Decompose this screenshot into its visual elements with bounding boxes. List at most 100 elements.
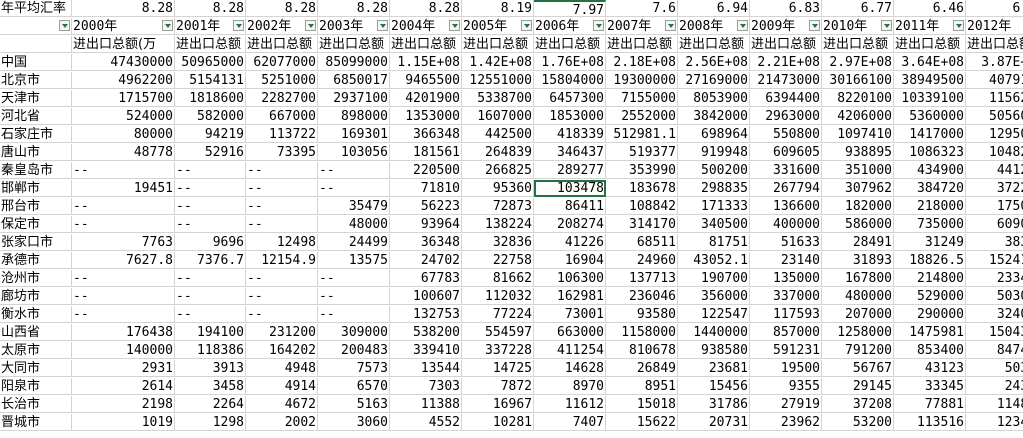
data-cell[interactable]: 356000 bbox=[678, 288, 750, 305]
data-cell[interactable]: 591231 bbox=[750, 342, 822, 359]
data-cell[interactable]: 19300000 bbox=[606, 72, 678, 89]
data-cell[interactable]: 190700 bbox=[678, 270, 750, 287]
data-cell[interactable]: 12551000 bbox=[462, 72, 534, 89]
data-cell[interactable]: 17500 bbox=[966, 198, 1023, 215]
data-cell[interactable]: 4914 bbox=[246, 378, 318, 395]
data-cell[interactable]: -- bbox=[72, 288, 175, 305]
data-cell[interactable]: 8951 bbox=[606, 378, 678, 395]
data-cell[interactable]: 4672 bbox=[246, 396, 318, 413]
rate-cell[interactable]: 8.28 bbox=[318, 0, 390, 17]
data-cell[interactable]: 4948 bbox=[246, 360, 318, 377]
data-cell[interactable]: 16967 bbox=[462, 396, 534, 413]
data-cell[interactable]: 582000 bbox=[175, 108, 246, 125]
data-cell[interactable]: 1475981 bbox=[894, 324, 966, 341]
data-cell[interactable]: 129500 bbox=[966, 126, 1023, 143]
data-cell[interactable]: 103056 bbox=[318, 144, 390, 161]
data-cell[interactable]: 56223 bbox=[390, 198, 462, 215]
data-cell[interactable]: 538200 bbox=[390, 324, 462, 341]
data-cell[interactable]: 12498 bbox=[246, 234, 318, 251]
region-cell[interactable]: 北京市 bbox=[0, 72, 72, 89]
data-cell[interactable]: 93964 bbox=[390, 216, 462, 233]
data-cell[interactable]: 112032 bbox=[462, 288, 534, 305]
data-cell[interactable]: 384720 bbox=[894, 180, 966, 197]
region-cell[interactable]: 秦皇岛市 bbox=[0, 162, 72, 179]
data-cell[interactable]: 62077000 bbox=[246, 54, 318, 71]
data-cell[interactable]: 3913 bbox=[175, 360, 246, 377]
year-header-cell[interactable]: 2007年 bbox=[606, 18, 678, 35]
data-cell[interactable]: 30166100 bbox=[822, 72, 894, 89]
data-cell[interactable]: 7763 bbox=[72, 234, 175, 251]
data-cell[interactable]: 138224 bbox=[462, 216, 534, 233]
data-cell[interactable]: 2.56E+08 bbox=[678, 54, 750, 71]
data-cell[interactable]: 67783 bbox=[390, 270, 462, 287]
data-cell[interactable]: -- bbox=[175, 198, 246, 215]
data-cell[interactable]: 103478 bbox=[534, 180, 606, 197]
rate-cell[interactable]: 8.28 bbox=[72, 0, 175, 17]
data-cell[interactable]: 51633 bbox=[750, 234, 822, 251]
data-cell[interactable]: 340500 bbox=[678, 216, 750, 233]
data-cell[interactable]: 104824 bbox=[966, 144, 1023, 161]
data-cell[interactable]: 1.76E+08 bbox=[534, 54, 606, 71]
data-cell[interactable]: 132753 bbox=[390, 306, 462, 323]
data-cell[interactable]: 1.15E+08 bbox=[390, 54, 462, 71]
data-cell[interactable]: 400000 bbox=[750, 216, 822, 233]
data-cell[interactable]: 31786 bbox=[678, 396, 750, 413]
rate-label-cell[interactable]: 年平均汇率 bbox=[0, 0, 72, 17]
data-cell[interactable]: 27919 bbox=[750, 396, 822, 413]
data-cell[interactable]: 3458 bbox=[175, 378, 246, 395]
data-cell[interactable]: 169301 bbox=[318, 126, 390, 143]
region-cell[interactable]: 唐山市 bbox=[0, 144, 72, 161]
data-cell[interactable]: 6850017 bbox=[318, 72, 390, 89]
data-cell[interactable]: 15241. bbox=[966, 252, 1023, 269]
data-cell[interactable]: 519377 bbox=[606, 144, 678, 161]
data-cell[interactable]: 31249 bbox=[894, 234, 966, 251]
data-cell[interactable]: 2614 bbox=[72, 378, 175, 395]
data-cell[interactable]: -- bbox=[246, 270, 318, 287]
year-header-cell[interactable]: 2008年 bbox=[678, 18, 750, 35]
data-cell[interactable]: 351000 bbox=[822, 162, 894, 179]
data-cell[interactable]: 857000 bbox=[750, 324, 822, 341]
data-cell[interactable]: 72873 bbox=[462, 198, 534, 215]
rate-cell[interactable]: 6.3 bbox=[966, 0, 1023, 17]
data-cell[interactable]: -- bbox=[318, 288, 390, 305]
data-cell[interactable]: 162981 bbox=[534, 288, 606, 305]
data-cell[interactable]: 24499 bbox=[318, 234, 390, 251]
data-cell[interactable]: 442500 bbox=[462, 126, 534, 143]
metric-header-cell[interactable]: 进出口总额 bbox=[822, 36, 894, 53]
data-cell[interactable]: 14628 bbox=[534, 360, 606, 377]
data-cell[interactable]: 208274 bbox=[534, 216, 606, 233]
data-cell[interactable]: 366348 bbox=[390, 126, 462, 143]
data-cell[interactable]: 16904 bbox=[534, 252, 606, 269]
region-cell[interactable]: 沧州市 bbox=[0, 270, 72, 287]
data-cell[interactable]: 93580 bbox=[606, 306, 678, 323]
data-cell[interactable]: 43123 bbox=[894, 360, 966, 377]
data-cell[interactable]: 68511 bbox=[606, 234, 678, 251]
filter-dropdown-icon[interactable] bbox=[305, 20, 316, 31]
data-cell[interactable]: 136600 bbox=[750, 198, 822, 215]
data-cell[interactable]: 480000 bbox=[822, 288, 894, 305]
data-cell[interactable]: 8053900 bbox=[678, 90, 750, 107]
data-cell[interactable]: 95360 bbox=[462, 180, 534, 197]
data-cell[interactable]: 5163 bbox=[318, 396, 390, 413]
data-cell[interactable]: -- bbox=[318, 306, 390, 323]
filter-dropdown-icon[interactable] bbox=[953, 20, 964, 31]
data-cell[interactable]: 938580 bbox=[678, 342, 750, 359]
data-cell[interactable]: 3.87E+0 bbox=[966, 54, 1023, 71]
data-cell[interactable]: 8220100 bbox=[822, 90, 894, 107]
filter-dropdown-icon[interactable] bbox=[233, 20, 244, 31]
year-header-cell[interactable]: 2000年 bbox=[72, 18, 175, 35]
data-cell[interactable]: 5360000 bbox=[894, 108, 966, 125]
data-cell[interactable]: 7303 bbox=[390, 378, 462, 395]
region-cell[interactable]: 长治市 bbox=[0, 396, 72, 413]
data-cell[interactable]: 9696 bbox=[175, 234, 246, 251]
data-cell[interactable]: 11489 bbox=[966, 396, 1023, 413]
data-cell[interactable]: 122547 bbox=[678, 306, 750, 323]
data-cell[interactable]: 13544 bbox=[390, 360, 462, 377]
metric-header-cell[interactable]: 进出口总额 bbox=[966, 36, 1023, 53]
data-cell[interactable]: -- bbox=[246, 180, 318, 197]
year-header-cell[interactable]: 2009年 bbox=[750, 18, 822, 35]
rate-cell[interactable]: 6.94 bbox=[678, 0, 750, 17]
data-cell[interactable]: 50965000 bbox=[175, 54, 246, 71]
year-header-cell[interactable]: 2006年 bbox=[534, 18, 606, 35]
data-cell[interactable]: -- bbox=[246, 216, 318, 233]
